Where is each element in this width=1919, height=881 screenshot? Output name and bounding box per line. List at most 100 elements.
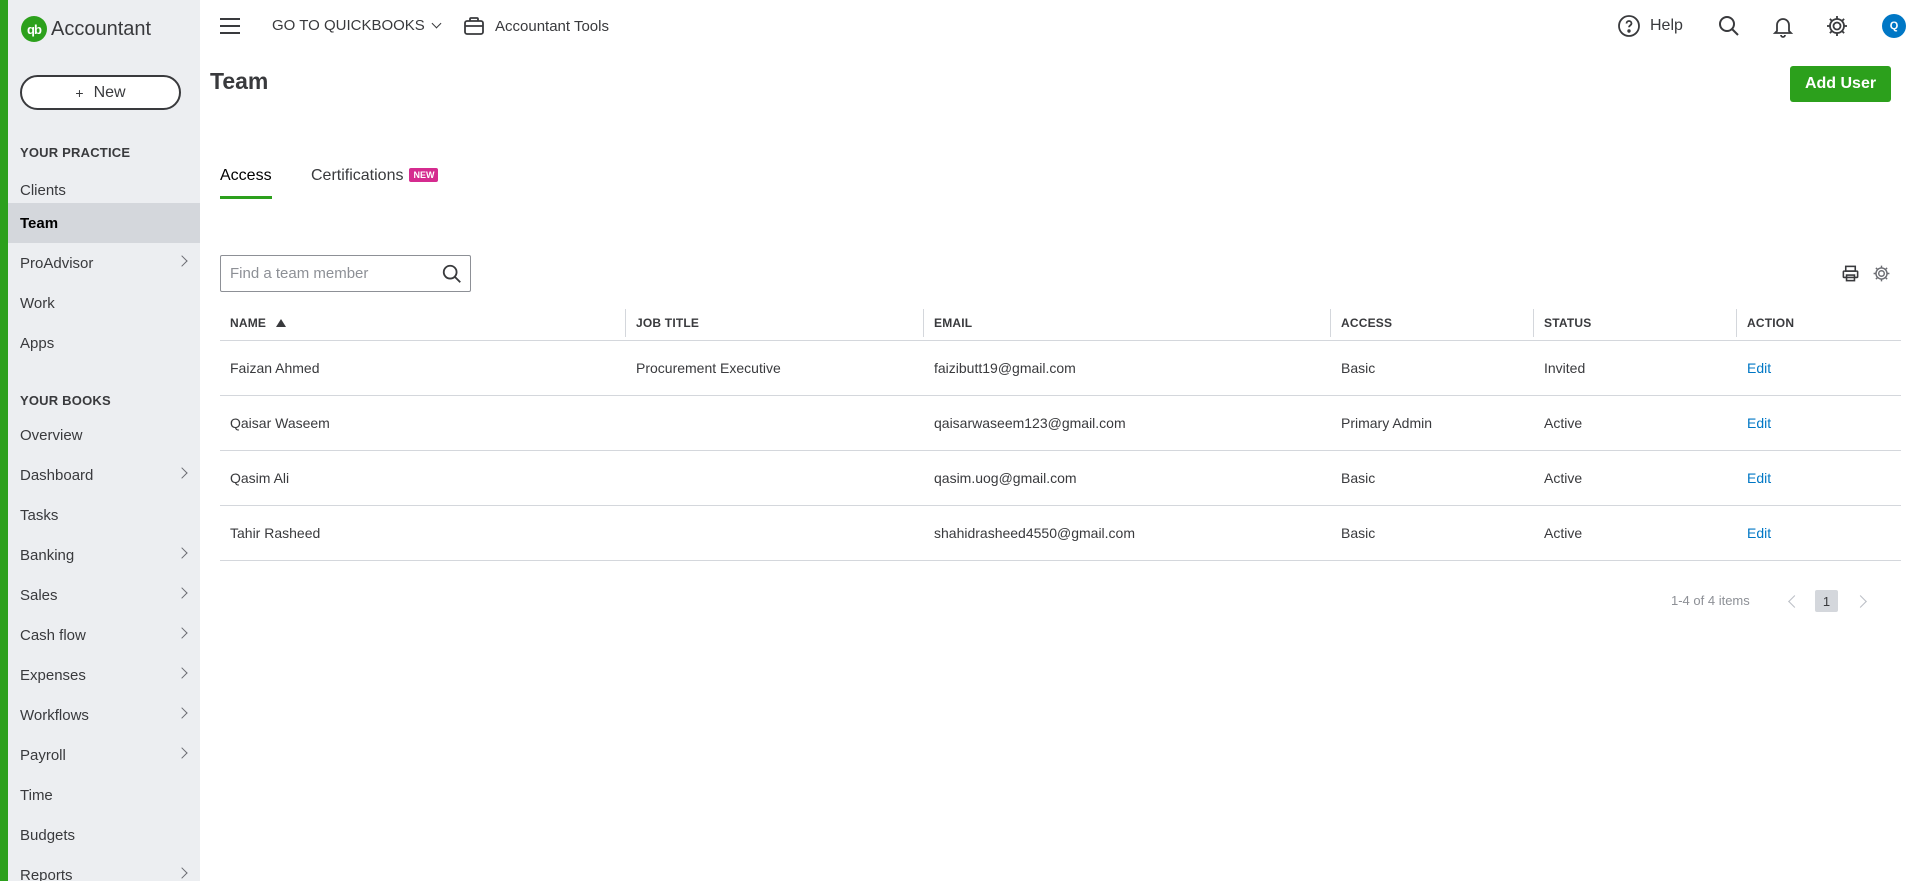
sidebar-item-label: Banking	[20, 546, 75, 564]
edit-link[interactable]: Edit	[1737, 415, 1901, 431]
sidebar-item-label: Overview	[20, 426, 83, 444]
sidebar-item-apps[interactable]: Apps	[8, 323, 200, 363]
cell-status: Invited	[1544, 360, 1586, 376]
sidebar-item-label: Sales	[20, 586, 58, 604]
gear-icon[interactable]	[1825, 14, 1849, 43]
sidebar-item-label: Budgets	[20, 826, 76, 844]
column-header-name[interactable]: NAME	[220, 308, 626, 337]
app-logo[interactable]: qb Accountant	[21, 16, 151, 42]
edit-link[interactable]: Edit	[1737, 470, 1901, 486]
add-user-button[interactable]: Add User	[1790, 66, 1891, 102]
chevron-right-icon	[176, 547, 188, 559]
sidebar-item-team[interactable]: Team	[8, 203, 200, 243]
cell-name: Qaisar Waseem	[230, 415, 330, 431]
sidebar-item-budgets[interactable]: Budgets	[8, 815, 200, 855]
quickbooks-logo-icon: qb	[21, 16, 47, 42]
chevron-right-icon[interactable]	[1854, 595, 1867, 608]
column-header-label: ACTION	[1747, 315, 1795, 330]
cell-status: Active	[1544, 470, 1583, 486]
sidebar-item-workflows[interactable]: Workflows	[8, 695, 200, 735]
sort-up-icon	[276, 318, 287, 327]
bell-icon[interactable]	[1771, 14, 1795, 43]
sidebar-item-label: Workflows	[20, 706, 89, 724]
sidebar-item-label: Clients	[20, 181, 66, 199]
sidebar-item-payroll[interactable]: Payroll	[8, 735, 200, 775]
go-to-quickbooks-label: GO TO QUICKBOOKS	[272, 17, 425, 34]
column-header-label: EMAIL	[934, 315, 973, 330]
left-sidebar: qb Accountant + New YOUR PRACTICE Client…	[0, 0, 200, 881]
help-label: Help	[1650, 17, 1683, 34]
section-title-your-books: YOUR BOOKS	[20, 393, 111, 408]
sidebar-item-overview[interactable]: Overview	[8, 415, 200, 455]
sidebar-item-label: Apps	[20, 334, 55, 352]
column-header-label: ACCESS	[1341, 315, 1393, 330]
search-icon[interactable]	[1717, 14, 1741, 43]
app-logo-text: Accountant	[51, 17, 152, 40]
chevron-right-icon	[176, 467, 188, 479]
chevron-right-icon	[176, 707, 188, 719]
print-icon[interactable]	[1841, 264, 1860, 288]
column-header-label: NAME	[230, 315, 267, 330]
sidebar-item-label: ProAdvisor	[20, 254, 94, 272]
column-header-label: STATUS	[1544, 315, 1592, 330]
sidebar-item-sales[interactable]: Sales	[8, 575, 200, 615]
sidebar-item-label: Reports	[20, 866, 73, 881]
sidebar-item-cash-flow[interactable]: Cash flow	[8, 615, 200, 655]
go-to-quickbooks-dropdown[interactable]: GO TO QUICKBOOKS	[272, 17, 442, 34]
chevron-right-icon	[176, 867, 188, 879]
sidebar-item-label: Time	[20, 786, 53, 804]
page-title: Team	[210, 68, 269, 94]
column-header-action: ACTION	[1737, 309, 1901, 337]
briefcase-icon	[464, 17, 484, 35]
accountant-tools-button[interactable]: Accountant Tools	[462, 14, 609, 38]
hamburger-icon[interactable]	[220, 18, 240, 34]
sidebar-item-banking[interactable]: Banking	[8, 535, 200, 575]
sidebar-item-tasks[interactable]: Tasks	[8, 495, 200, 535]
chevron-left-icon[interactable]	[1788, 595, 1801, 608]
chevron-right-icon	[176, 587, 188, 599]
cell-email: qasim.uog@gmail.com	[934, 470, 1077, 486]
pagination-summary: 1-4 of 4 items	[1671, 593, 1750, 608]
search-icon[interactable]	[441, 263, 463, 285]
chevron-right-icon	[176, 747, 188, 759]
chevron-right-icon	[176, 627, 188, 639]
tab-label: Certifications	[311, 167, 404, 184]
sidebar-item-dashboard[interactable]: Dashboard	[8, 455, 200, 495]
sidebar-item-label: Payroll	[20, 746, 66, 764]
sidebar-item-work[interactable]: Work	[8, 283, 200, 323]
table-settings-gear-icon[interactable]	[1872, 264, 1891, 288]
column-header-access[interactable]: ACCESS	[1331, 308, 1534, 337]
column-header-label: JOB TITLE	[636, 315, 700, 330]
edit-link[interactable]: Edit	[1737, 525, 1901, 541]
sidebar-item-label: Cash flow	[20, 626, 86, 644]
table-row: Qasim Ali qasim.uog@gmail.com Basic Acti…	[220, 451, 1901, 506]
tab-access[interactable]: Access	[220, 167, 272, 199]
sidebar-item-expenses[interactable]: Expenses	[8, 655, 200, 695]
new-button[interactable]: + New	[20, 75, 181, 110]
edit-link[interactable]: Edit	[1737, 360, 1901, 376]
tab-certifications[interactable]: Certifications NEW	[311, 167, 439, 199]
chevron-right-icon	[176, 667, 188, 679]
sidebar-item-proadvisor[interactable]: ProAdvisor	[8, 243, 200, 283]
avatar[interactable]: Q	[1882, 14, 1906, 38]
column-header-job-title[interactable]: JOB TITLE	[626, 308, 924, 337]
table-row: Qaisar Waseem qaisarwaseem123@gmail.com …	[220, 396, 1901, 451]
new-badge: NEW	[409, 168, 439, 182]
pagination-page-current[interactable]: 1	[1815, 590, 1838, 612]
team-table: NAME JOB TITLE EMAIL ACCESS STATUS ACTIO…	[220, 305, 1901, 561]
table-row: Faizan Ahmed Procurement Executive faizi…	[220, 341, 1901, 396]
sidebar-item-reports[interactable]: Reports	[8, 855, 200, 881]
cell-email: qaisarwaseem123@gmail.com	[934, 415, 1126, 431]
sidebar-item-time[interactable]: Time	[8, 775, 200, 815]
cell-access: Basic	[1341, 525, 1376, 541]
column-header-email[interactable]: EMAIL	[924, 308, 1331, 337]
table-row: Tahir Rasheed shahidrasheed4550@gmail.co…	[220, 506, 1901, 561]
cell-status: Active	[1544, 525, 1583, 541]
cell-email: faizibutt19@gmail.com	[934, 360, 1076, 376]
sidebar-item-label: Expenses	[20, 666, 86, 684]
search-input[interactable]	[221, 256, 431, 291]
search-box	[220, 255, 471, 292]
sidebar-item-label: Tasks	[20, 506, 59, 524]
help-button[interactable]: Help	[1617, 14, 1683, 38]
column-header-status[interactable]: STATUS	[1534, 308, 1737, 337]
